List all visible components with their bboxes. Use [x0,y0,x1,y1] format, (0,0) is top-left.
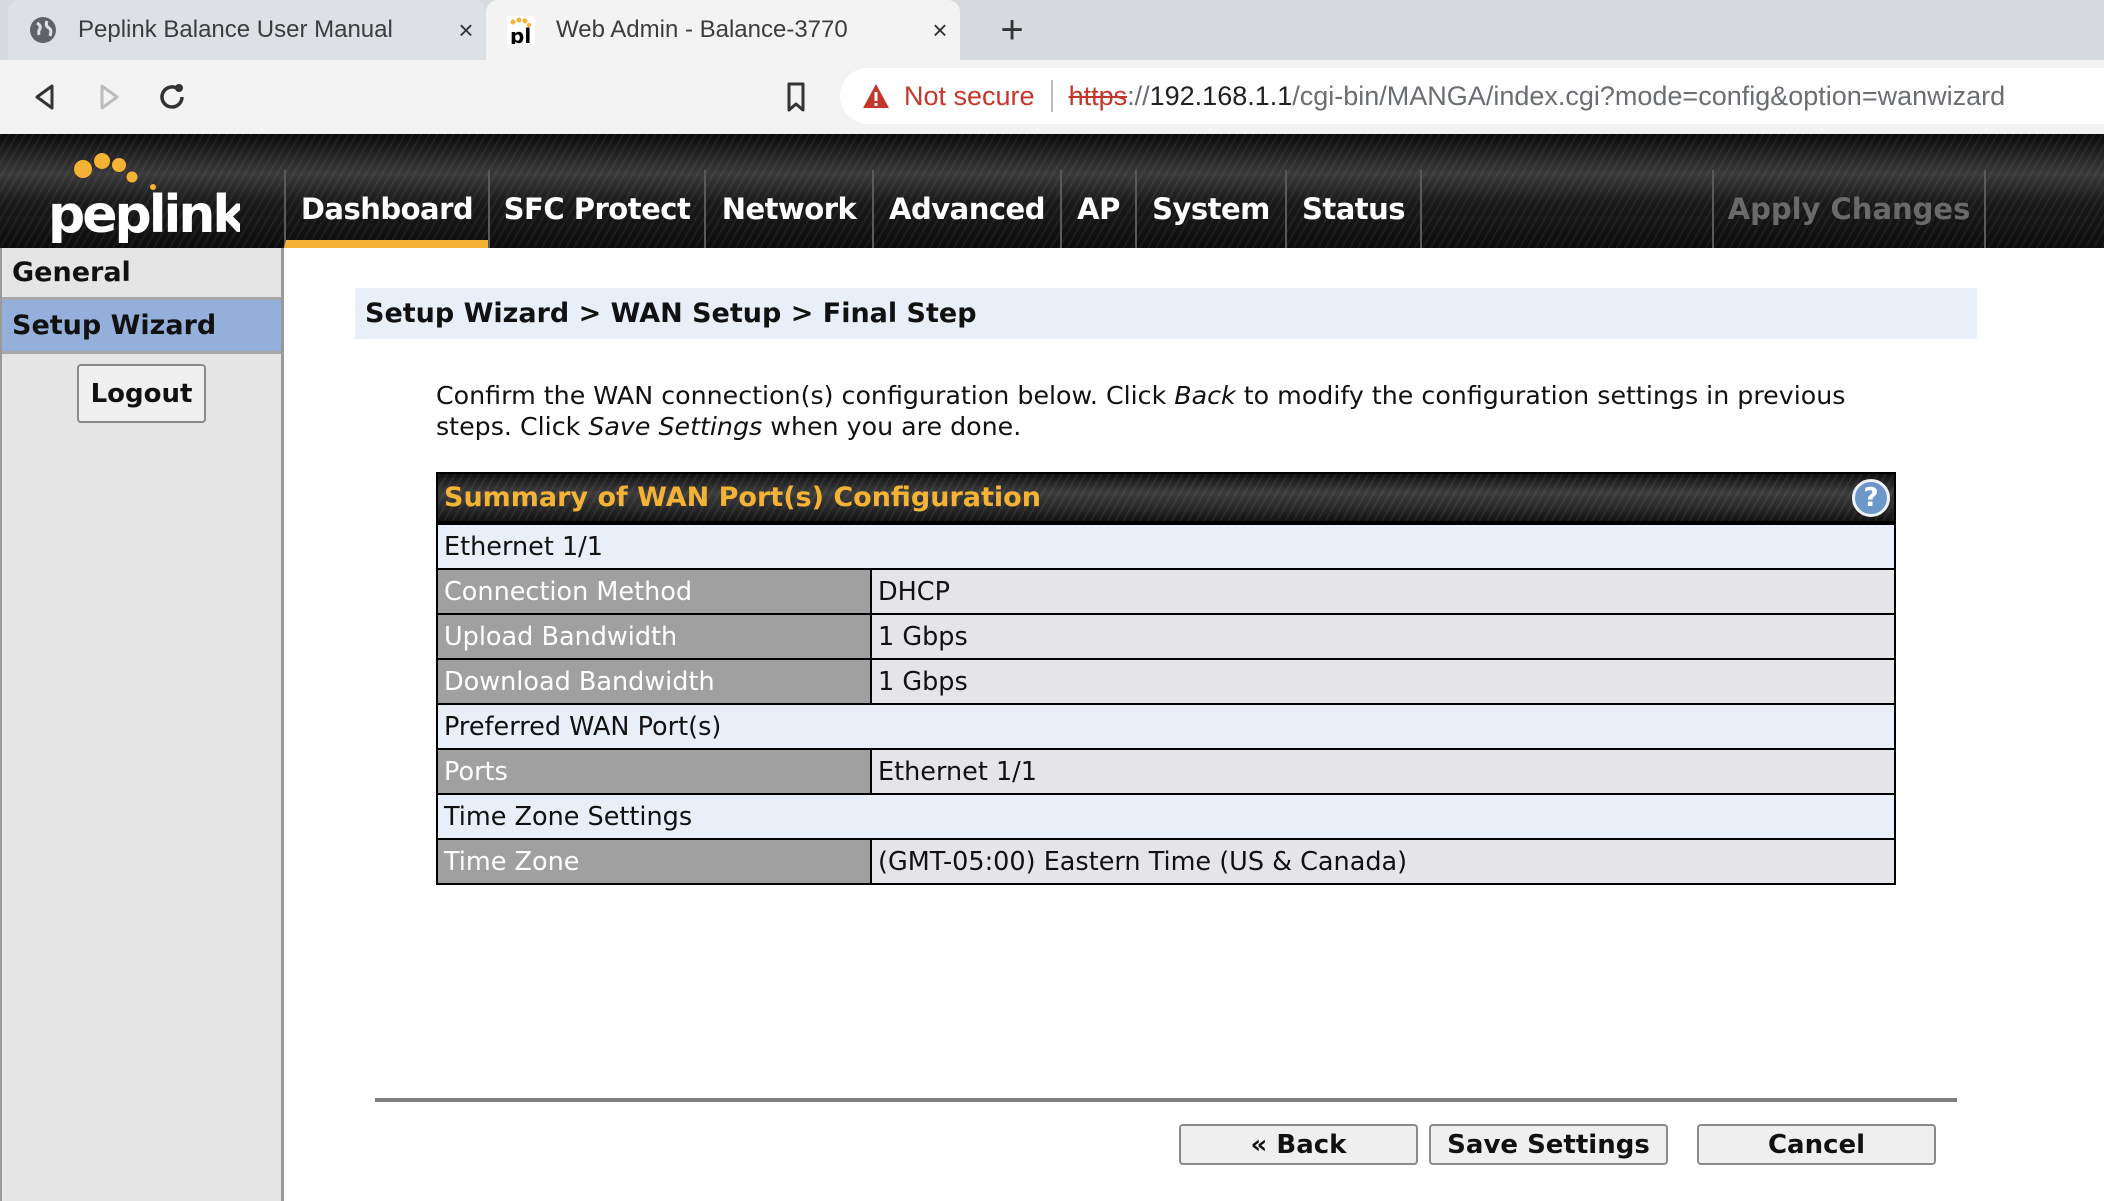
table-title: Summary of WAN Port(s) Configuration [444,482,1041,513]
nav-tab-network[interactable]: Network [704,170,872,248]
save-settings-button[interactable]: Save Settings [1429,1124,1668,1165]
footer-divider [375,1098,1957,1102]
browser-tab-user-manual[interactable]: Peplink Balance User Manual × [8,0,486,60]
row-label: Download Bandwidth [438,660,872,703]
cancel-button[interactable]: Cancel [1697,1124,1936,1165]
table-row: Download Bandwidth 1 Gbps [438,658,1894,703]
svg-text:pl: pl [510,24,531,44]
apply-changes-button[interactable]: Apply Changes [1712,170,1986,248]
sidebar-item-general[interactable]: General [2,248,281,300]
forward-arrow-icon[interactable] [92,80,126,114]
nav-tab-sfc-protect[interactable]: SFC Protect [488,170,704,248]
row-value: DHCP [872,570,1894,613]
table-header: Summary of WAN Port(s) Configuration ? [438,474,1894,523]
nav-tab-system[interactable]: System [1135,170,1285,248]
address-bar[interactable]: Not secure https://192.168.1.1/cgi-bin/M… [840,68,2104,124]
section-row-time-zone: Time Zone Settings [438,793,1894,838]
wan-summary-table: Summary of WAN Port(s) Configuration ? E… [436,472,1896,885]
new-tab-button[interactable]: + [990,8,1034,52]
back-arrow-icon[interactable] [28,80,62,114]
table-row: Upload Bandwidth 1 Gbps [438,613,1894,658]
table-row: Time Zone (GMT-05:00) Eastern Time (US &… [438,838,1894,883]
globe-icon [28,15,58,45]
row-value: Ethernet 1/1 [872,750,1894,793]
row-label: Time Zone [438,840,872,883]
table-row: Ports Ethernet 1/1 [438,748,1894,793]
url-scheme-separator: :// [1127,80,1150,111]
help-icon[interactable]: ? [1852,478,1890,517]
instructions-emphasis-save: Save Settings [588,412,763,441]
browser-tab-title: Web Admin - Balance-3770 [556,16,848,43]
url-path: /cgi-bin/MANGA/index.cgi?mode=config&opt… [1292,80,2006,111]
url-host: 192.168.1.1 [1149,80,1293,111]
peplink-logo[interactable]: peplink [40,140,251,245]
logo-text: peplink [48,185,240,244]
url-scheme: https [1068,80,1128,111]
instructions-part: Confirm the WAN connection(s) configurat… [436,381,1175,410]
row-value: (GMT-05:00) Eastern Time (US & Canada) [872,840,1894,883]
nav-tab-advanced[interactable]: Advanced [872,170,1060,248]
close-tab-icon[interactable]: × [446,15,486,46]
bookmark-icon[interactable] [779,80,813,114]
breadcrumb: Setup Wizard > WAN Setup > Final Step [355,288,1977,339]
reload-icon[interactable] [155,80,189,114]
row-value: 1 Gbps [872,615,1894,658]
row-value: 1 Gbps [872,660,1894,703]
row-label: Ports [438,750,872,793]
instructions-emphasis-back: Back [1174,381,1236,410]
section-row-ethernet: Ethernet 1/1 [438,523,1894,568]
security-status[interactable]: Not secure [904,81,1035,112]
nav-tab-dashboard[interactable]: Dashboard [284,170,488,248]
table-row: Connection Method DHCP [438,568,1894,613]
nav-tab-status[interactable]: Status [1285,170,1422,248]
instructions-text: Confirm the WAN connection(s) configurat… [436,380,1906,442]
warning-icon [862,83,890,109]
row-label: Connection Method [438,570,872,613]
back-button[interactable]: « Back [1179,1124,1418,1165]
section-row-preferred-wan: Preferred WAN Port(s) [438,703,1894,748]
browser-tab-web-admin[interactable]: pl Web Admin - Balance-3770 × [486,0,960,60]
row-label: Upload Bandwidth [438,615,872,658]
nav-tab-ap[interactable]: AP [1060,170,1135,248]
logout-button[interactable]: Logout [77,364,206,423]
address-separator [1050,80,1053,112]
browser-tab-title: Peplink Balance User Manual [78,16,393,43]
close-tab-icon[interactable]: × [920,15,960,46]
peplink-favicon-icon: pl [506,15,536,45]
sidebar-item-setup-wizard[interactable]: Setup Wizard [2,300,281,354]
instructions-part: when you are done. [762,412,1022,441]
